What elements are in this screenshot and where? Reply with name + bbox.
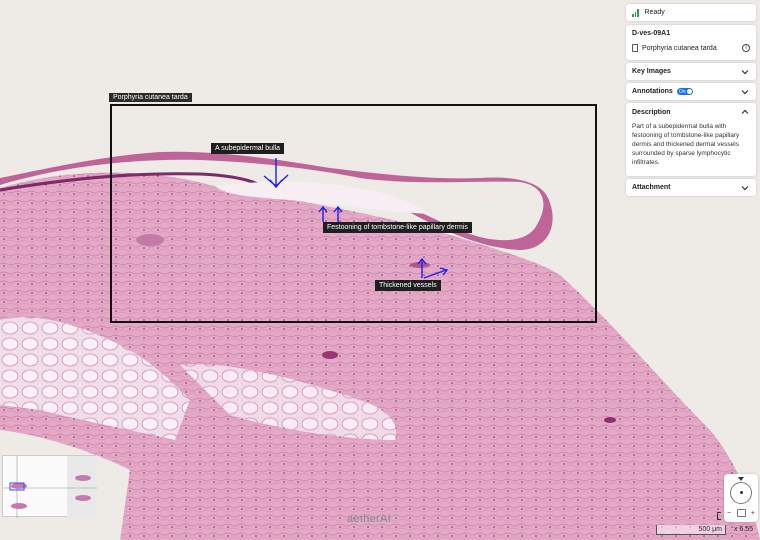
annotations-toggle[interactable]: On [676,88,693,95]
annotation-tag-bulla[interactable]: A subepidermal bulla [211,143,284,154]
attachment-title: Attachment [632,184,671,191]
diagnosis-label: Porphyria cutanea tarda [642,44,717,52]
scalebar-bracket-icon [717,512,721,520]
compass-center-icon [740,491,743,494]
zoom-out-button[interactable]: − [727,510,731,517]
chevron-down-icon[interactable] [740,87,750,97]
chevron-down-icon[interactable] [740,67,750,77]
key-images-title: Key Images [632,68,671,75]
clipboard-icon [632,44,638,52]
annotations-section[interactable]: Annotations On [626,83,756,100]
slide-id: D-ves-09A1 [632,30,671,37]
rotate-indicator-icon [738,477,744,481]
annotation-tag-festooning[interactable]: Festooning of tombstone-like papillary d… [323,222,472,233]
navigation-control[interactable]: − + [724,474,758,522]
slide-minimap[interactable] [2,455,97,518]
chevron-down-icon[interactable] [740,183,750,193]
scale-bar: 500 μm [656,525,726,535]
annotations-title: Annotations [632,88,673,95]
vessels-arrow-up [417,257,427,278]
annotations-toggle-label: On [678,88,686,95]
key-images-section[interactable]: Key Images [626,63,756,80]
zoom-in-button[interactable]: + [751,510,755,517]
status-text: Ready [644,9,665,16]
info-icon[interactable]: i [742,44,750,52]
annotation-tag-vessels[interactable]: Thickened vessels [375,280,441,291]
attachment-section[interactable]: Attachment [626,179,756,196]
status-panel: Ready [626,4,756,21]
chevron-up-icon[interactable] [740,107,750,117]
minimap-thumbnails [3,456,97,518]
annotation-arrows [263,158,449,279]
slide-viewer[interactable]: Porphyria cutanea tarda A subepidermal b… [0,0,760,540]
festooning-arrow-left [318,205,328,222]
slide-info-panel: D-ves-09A1 Porphyria cutanea tarda i [626,25,756,60]
description-text: Part of a subepidermal bulla with festoo… [632,123,740,166]
zoom-level: x 6.55 [734,526,754,533]
description-section: Description Part of a subepidermal bulla… [626,103,756,176]
festooning-arrow-right [333,205,343,222]
signal-bars-icon [632,8,639,17]
zoom-value-box[interactable] [736,509,746,517]
vessels-arrow-right [423,267,449,279]
description-title: Description [632,108,671,116]
aetherai-logo: aetherAI [347,513,391,525]
bulla-arrow [263,158,289,189]
